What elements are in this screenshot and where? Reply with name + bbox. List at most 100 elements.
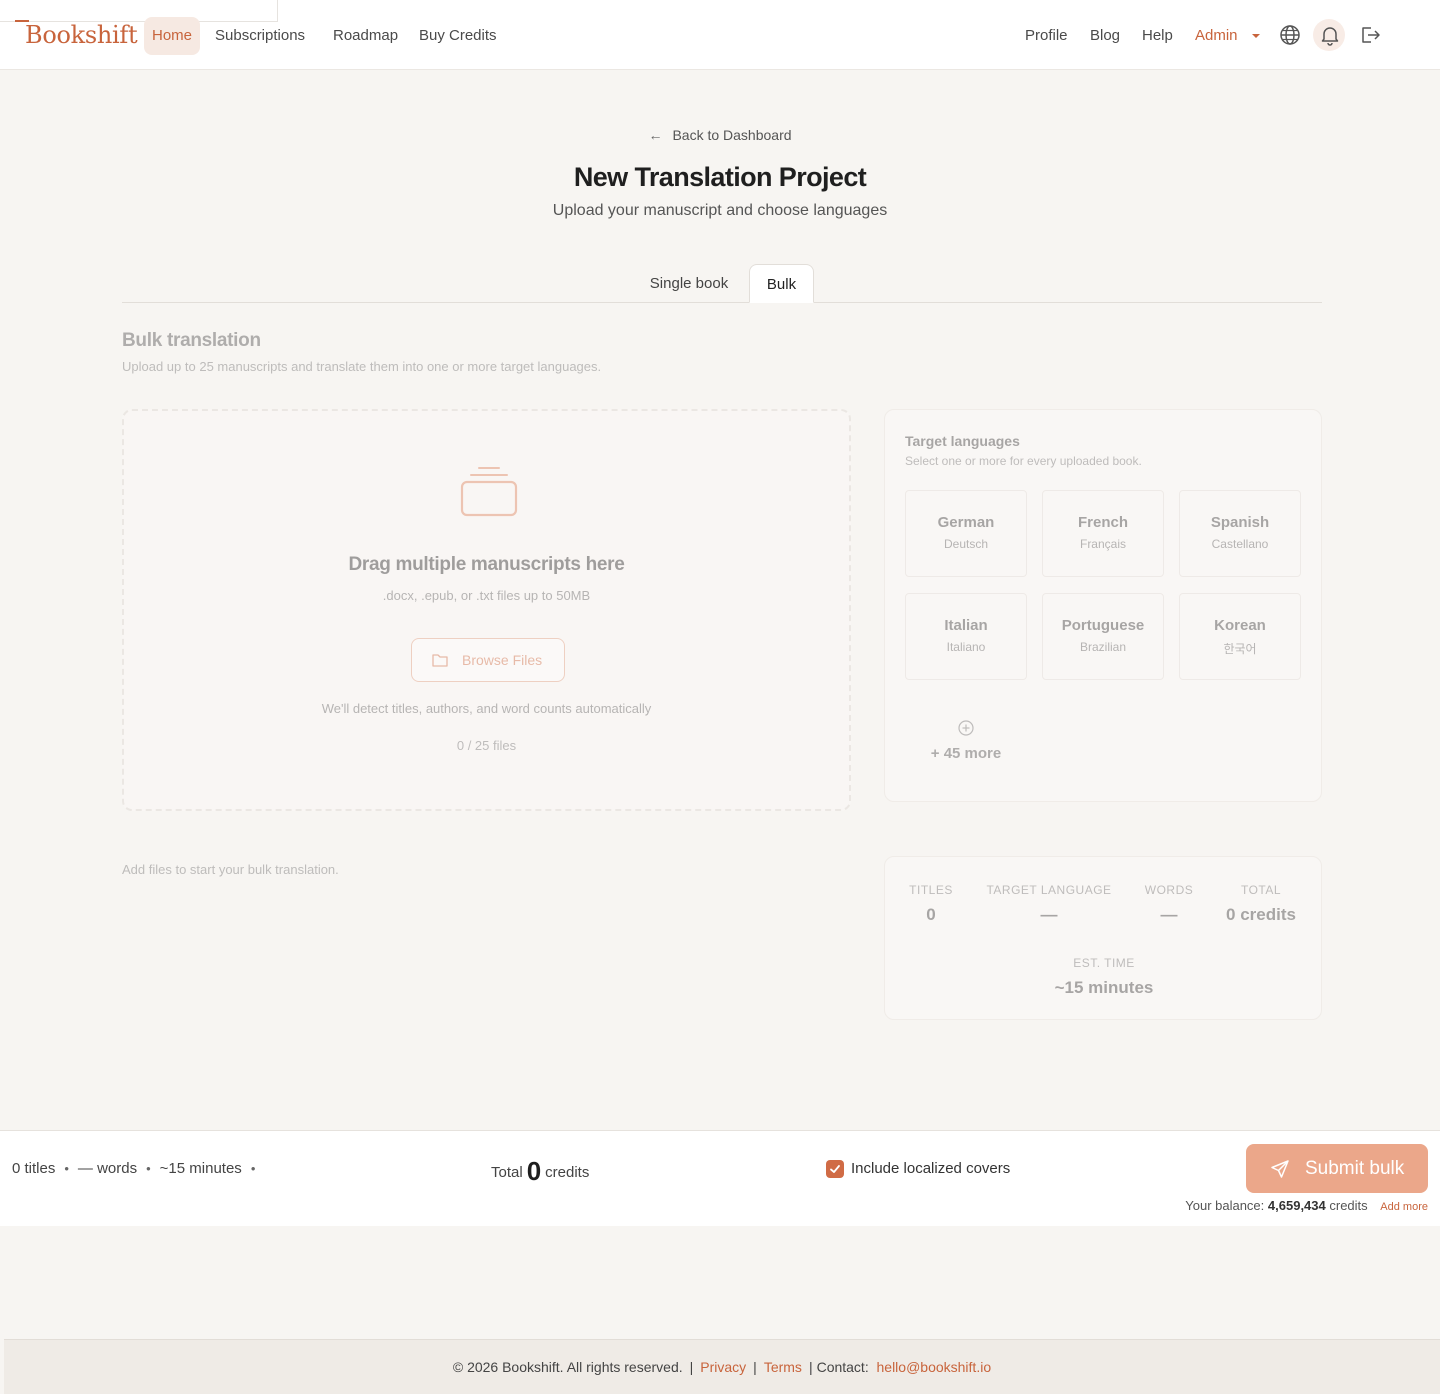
languages-subtitle: Select one or more for every uploaded bo… <box>905 454 1142 468</box>
contact-label: Contact: <box>816 1359 869 1375</box>
summary-value: — <box>1160 905 1178 924</box>
footer-text: © 2026 Bookshift. All rights reserved. | P… <box>452 1359 992 1375</box>
total-credits: Total 0 credits <box>491 1153 590 1186</box>
nav-admin[interactable]: Admin <box>1195 24 1238 48</box>
tab-bulk[interactable]: Bulk <box>749 264 814 303</box>
send-icon <box>1271 1160 1289 1178</box>
nav-profile[interactable]: Profile <box>1025 24 1068 48</box>
target-languages-panel: Target languages Select one or more for … <box>884 409 1322 802</box>
language-name: French <box>1077 514 1128 531</box>
languages-title: Target languages <box>905 433 1020 449</box>
copyright: © 2026 Bookshift. All rights reserved. <box>452 1359 683 1375</box>
plus-circle-icon <box>958 720 974 736</box>
credit-balance: Your balance: 4,659,434 credits Add more <box>1185 1198 1428 1213</box>
submit-label: Submit bulk <box>1305 1158 1405 1179</box>
summary-target-language: TARGET LANGUAGE — <box>977 883 1121 925</box>
dropdown-remnant <box>0 0 278 22</box>
include-covers-label[interactable]: Include localized covers <box>851 1160 1010 1177</box>
language-name: Portuguese <box>1061 617 1145 634</box>
tab-single-book[interactable]: Single book <box>636 264 742 303</box>
language-card-german[interactable]: German Deutsch <box>905 490 1027 577</box>
language-native: Italiano <box>946 640 986 654</box>
globe-icon[interactable] <box>1279 24 1301 46</box>
summary-label: EST. TIME <box>1073 956 1135 970</box>
language-native: 한국어 <box>1223 642 1257 656</box>
summary-words: WORDS — <box>1133 883 1205 925</box>
stack-icon <box>460 467 518 517</box>
language-name: Korean <box>1214 617 1266 634</box>
balance-value: 4,659,434 <box>1267 1198 1326 1213</box>
browse-label: Browse Files <box>462 652 543 668</box>
section-title: Bulk translation <box>122 330 261 351</box>
language-card-spanish[interactable]: Spanish Castellano <box>1179 490 1301 577</box>
chevron-down-icon[interactable] <box>1252 34 1260 38</box>
submit-bulk-button[interactable]: Submit bulk <box>1246 1144 1428 1193</box>
back-label[interactable]: Back to Dashboard <box>672 127 791 143</box>
footer: © 2026 Bookshift. All rights reserved. | P… <box>4 1339 1440 1394</box>
language-card-italian[interactable]: Italian Italiano <box>905 593 1027 680</box>
language-name: Spanish <box>1210 514 1270 531</box>
check-icon <box>830 1165 840 1173</box>
words-count: — words <box>77 1160 138 1177</box>
dropzone-title: Drag multiple manuscripts here <box>348 554 625 575</box>
nav-help[interactable]: Help <box>1142 24 1173 48</box>
privacy-link[interactable]: Privacy <box>700 1359 746 1375</box>
arrow-left-icon: ← <box>648 127 663 143</box>
summary-card: TITLES 0 TARGET LANGUAGE — WORDS — TOTAL… <box>884 856 1322 1020</box>
nav-roadmap[interactable]: Roadmap <box>333 24 398 48</box>
file-dropzone[interactable]: Drag multiple manuscripts here .docx, .e… <box>122 409 851 811</box>
total-suffix: credits <box>545 1164 590 1181</box>
section-subtitle: Upload up to 25 manuscripts and translat… <box>122 359 602 374</box>
summary-label: TOTAL <box>1240 883 1282 897</box>
nav-buy-credits[interactable]: Buy Credits <box>419 24 497 48</box>
dropzone-note: We'll detect titles, authors, and word c… <box>321 701 652 716</box>
dropzone-formats: .docx, .epub, or .txt files up to 50MB <box>382 588 591 603</box>
summary-total: TOTAL 0 credits <box>1213 883 1309 925</box>
summary-label: TITLES <box>909 883 953 897</box>
page-title: New Translation Project <box>573 162 867 192</box>
logout-icon[interactable] <box>1359 24 1381 46</box>
language-native: Brazilian <box>1079 640 1127 654</box>
total-value: 0 <box>526 1156 542 1186</box>
bulk-action-bar: 0 titles • — words • ~15 minutes • Total 0 cred… <box>0 1130 1440 1226</box>
summary-titles: TITLES 0 <box>899 883 963 925</box>
language-card-korean[interactable]: Korean 한국어 <box>1179 593 1301 680</box>
bulk-stats: 0 titles • — words • ~15 minutes • <box>12 1160 256 1177</box>
terms-link[interactable]: Terms <box>764 1359 802 1375</box>
language-card-portuguese[interactable]: Portuguese Brazilian <box>1042 593 1164 680</box>
nav-blog[interactable]: Blog <box>1090 24 1120 48</box>
summary-est-time: EST. TIME ~15 minutes <box>885 956 1323 998</box>
balance-suffix: credits <box>1329 1198 1368 1213</box>
nav-home[interactable]: Home <box>144 17 201 55</box>
language-card-french[interactable]: French Français <box>1042 490 1164 577</box>
time-estimate: ~15 minutes <box>159 1160 242 1177</box>
more-languages-button[interactable]: + 45 more <box>905 720 1027 762</box>
summary-value: 0 credits <box>1226 905 1296 924</box>
summary-value: 0 <box>926 905 936 924</box>
summary-label: WORDS <box>1144 883 1194 897</box>
include-covers-checkbox[interactable] <box>826 1160 844 1178</box>
browse-files-button[interactable]: Browse Files <box>411 638 565 682</box>
language-native: Deutsch <box>943 537 989 551</box>
add-more-link[interactable]: Add more <box>1380 1201 1428 1213</box>
summary-value: ~15 minutes <box>1054 978 1154 997</box>
language-name: Italian <box>944 617 988 634</box>
email-link[interactable]: hello@bookshift.io <box>877 1359 992 1375</box>
balance-prefix: Your balance: <box>1185 1198 1265 1213</box>
nav-subscriptions[interactable]: Subscriptions <box>215 24 305 48</box>
brand-logo[interactable]: Bookshift <box>25 21 138 49</box>
empty-hint: Add files to start your bulk translation… <box>122 862 339 877</box>
folder-icon <box>432 654 448 667</box>
language-native: Français <box>1079 537 1126 551</box>
file-count: 0 / 25 files <box>456 738 517 753</box>
total-prefix: Total <box>491 1164 523 1181</box>
top-nav: Bookshift Home Subscriptions Roadmap Buy… <box>0 0 1440 70</box>
bell-icon[interactable] <box>1319 24 1341 46</box>
summary-label: TARGET LANGUAGE <box>986 883 1112 897</box>
summary-value: — <box>1040 905 1058 924</box>
page-subtitle: Upload your manuscript and choose langua… <box>552 202 888 219</box>
back-to-dashboard-link[interactable]: ← Back to Dashboard <box>0 127 1440 143</box>
more-languages-label: + 45 more <box>930 745 1002 762</box>
language-name: German <box>937 514 995 531</box>
titles-count: 0 titles <box>12 1160 56 1177</box>
